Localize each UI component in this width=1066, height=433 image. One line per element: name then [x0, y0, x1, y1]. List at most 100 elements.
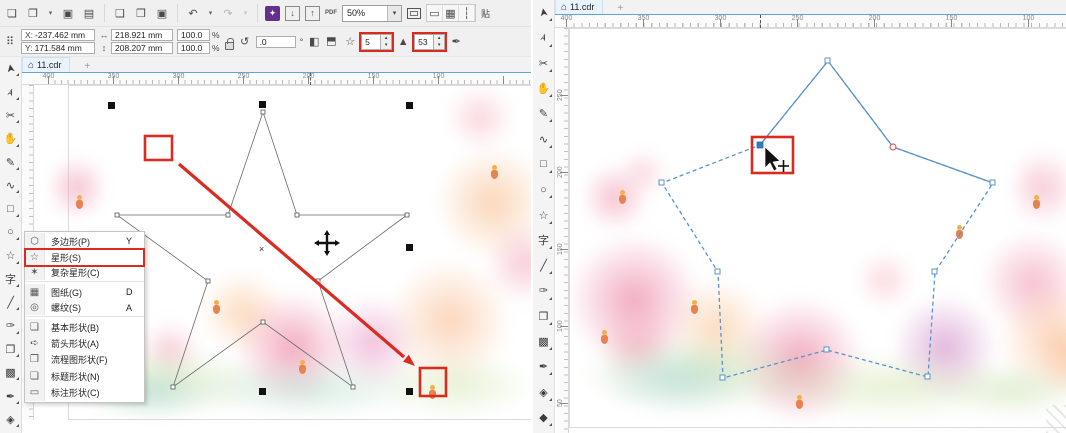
crop-tool-icon[interactable]: ✂	[0, 104, 21, 127]
text-tool-icon[interactable]: 字	[533, 228, 554, 253]
menu-item-polygon[interactable]: ⬡ 多边形(P) Y	[25, 233, 144, 250]
publish-pdf-icon[interactable]: PDF	[325, 5, 337, 21]
shape-tool-icon[interactable]: ➢	[533, 25, 554, 50]
rotation-angle-field[interactable]: .0	[255, 35, 296, 48]
rectangle-tool-icon[interactable]: □	[533, 152, 554, 177]
document-tab[interactable]: ⌂ 11.cdr	[555, 0, 604, 14]
open-caret-icon[interactable]: ▾	[46, 5, 55, 21]
pick-tool-icon[interactable]: ➤	[0, 57, 21, 80]
new-document-icon[interactable]: ❏	[4, 5, 20, 21]
mirror-vertical-icon[interactable]: ◧	[326, 35, 339, 49]
connector-tool-icon[interactable]: ✑	[533, 278, 554, 303]
menu-item-spiral[interactable]: ◎ 螺纹(S) A	[25, 300, 144, 317]
star-tool-icon[interactable]: ☆	[533, 202, 554, 227]
rulers-toggle-icon[interactable]: ▭	[427, 5, 443, 21]
x-position-field[interactable]: X: -237.462 mm	[21, 29, 95, 41]
smart-fill-tool-icon[interactable]: ◈	[533, 379, 554, 404]
menu-item-basic-shapes[interactable]: ❑ 基本形状(B)	[25, 318, 144, 336]
menu-item-flowchart-shapes[interactable]: ❒ 流程图形状(F)	[25, 351, 144, 369]
undo-icon[interactable]: ↶	[185, 5, 201, 21]
dimension-tool-icon[interactable]: ╱	[533, 253, 554, 278]
drop-shadow-tool-icon[interactable]: ❐	[533, 304, 554, 329]
app-launcher-icon[interactable]: ✦	[265, 5, 280, 21]
mesh-fill-tool-icon[interactable]: ▩	[0, 361, 21, 384]
outline-pen-icon[interactable]: ✒	[449, 35, 463, 48]
open-document-icon[interactable]: ❐	[25, 5, 41, 21]
import-icon[interactable]: ↓	[285, 5, 300, 21]
export-icon[interactable]: ↑	[305, 5, 320, 21]
home-icon[interactable]: ⌂	[561, 2, 567, 13]
mirror-horizontal-icon[interactable]: ◧	[307, 35, 321, 48]
smart-drawing-tool-icon[interactable]: ∿	[0, 174, 21, 197]
paste-special-icon[interactable]: ▣	[154, 5, 170, 21]
pick-tool-icon[interactable]: ➤	[533, 0, 554, 25]
smart-drawing-tool-icon[interactable]: ∿	[533, 126, 554, 151]
star-points-spinner[interactable]: 5 ▴ ▾	[359, 31, 395, 52]
zoom-caret-icon[interactable]: ▾	[387, 5, 401, 21]
spin-up-icon[interactable]: ▴	[434, 35, 444, 42]
mesh-fill-tool-icon[interactable]: ▩	[533, 329, 554, 354]
snap-to-icon[interactable]: 贴	[481, 7, 490, 20]
menu-item-banner-shapes[interactable]: ❏ 标题形状(N)	[25, 368, 144, 385]
lock-ratio-icon[interactable]	[224, 38, 234, 50]
rectangle-tool-icon[interactable]: □	[0, 197, 21, 220]
star-sharpness-spinner[interactable]: 53 ▴ ▾	[412, 31, 448, 52]
crop-tool-icon[interactable]: ✂	[533, 51, 554, 76]
freehand-tool-icon[interactable]: ✎	[0, 151, 21, 174]
star-points-value[interactable]: 5	[361, 33, 382, 50]
vertical-ruler-right[interactable]: 250 200 150 100 50	[557, 28, 569, 433]
property-bar: ⠿ X: -237.462 mm Y: 171.584 mm ↔ 218.921 mm…	[0, 27, 531, 57]
undo-caret-icon[interactable]: ▾	[206, 5, 215, 21]
horizontal-ruler-right[interactable]: 400 350 300 250 200 150 100	[555, 15, 1066, 28]
new-tab-button[interactable]: +	[78, 61, 96, 72]
freehand-tool-icon[interactable]: ✎	[533, 101, 554, 126]
menu-item-callout-shapes[interactable]: ▭ 标注形状(C)	[25, 384, 144, 401]
home-icon[interactable]: ⌂	[28, 60, 34, 71]
new-tab-button[interactable]: +	[611, 3, 629, 14]
drawing-canvas-right[interactable]	[569, 28, 1066, 433]
scale-v-field[interactable]: 100.0	[177, 42, 210, 54]
guidelines-toggle-icon[interactable]: ┆	[459, 5, 475, 21]
horizontal-ruler-left[interactable]: 400 350 300 250 200 150 100	[22, 73, 531, 85]
fullscreen-preview-icon[interactable]	[407, 7, 421, 19]
smart-fill-tool-icon[interactable]: ◈	[0, 408, 21, 431]
interactive-fill-tool-icon[interactable]: ◆	[533, 405, 554, 430]
ruler-number: 200	[557, 166, 564, 179]
menu-item-arrow-shapes[interactable]: ➪ 箭头形状(A)	[25, 335, 144, 352]
width-field[interactable]: 218.921 mm	[111, 29, 173, 41]
text-tool-icon[interactable]: 字	[0, 268, 21, 291]
star-tool-icon[interactable]: ☆	[0, 244, 21, 267]
menu-item-complex-star[interactable]: ✶ 复杂星形(C)	[25, 265, 144, 283]
redo-icon[interactable]: ↷	[220, 5, 236, 21]
save-icon[interactable]: ▣	[60, 5, 76, 21]
y-position-field[interactable]: Y: 171.584 mm	[21, 42, 95, 54]
scale-h-field[interactable]: 100.0	[177, 29, 210, 41]
spin-down-icon[interactable]: ▾	[381, 42, 391, 49]
redo-caret-icon[interactable]: ▾	[241, 5, 250, 21]
star-sharpness-value[interactable]: 53	[414, 33, 435, 50]
menu-item-graph-paper[interactable]: ▦ 图纸(G) D	[25, 284, 144, 301]
drop-shadow-tool-icon[interactable]: ❐	[0, 338, 21, 361]
copy-icon[interactable]: ❒	[133, 5, 149, 21]
pan-tool-icon[interactable]: ✋	[533, 76, 554, 101]
print-icon[interactable]: ▤	[81, 5, 97, 21]
menu-item-star[interactable]: ☆ 星形(S)	[24, 248, 145, 267]
spin-down-icon[interactable]: ▾	[434, 42, 444, 49]
spinner-buttons[interactable]: ▴ ▾	[381, 33, 393, 50]
document-tab[interactable]: ⌂ 11.cdr	[22, 57, 71, 72]
shape-tool-icon[interactable]: ➢	[0, 80, 21, 103]
connector-tool-icon[interactable]: ✑	[0, 314, 21, 337]
ellipse-tool-icon[interactable]: ○	[533, 177, 554, 202]
eyedropper-tool-icon[interactable]: ✒	[0, 384, 21, 407]
spinner-buttons[interactable]: ▴ ▾	[434, 33, 446, 50]
eyedropper-tool-icon[interactable]: ✒	[533, 354, 554, 379]
zoom-level-value[interactable]: 50%	[343, 8, 387, 18]
zoom-level-combo[interactable]: 50% ▾	[342, 4, 402, 22]
dimension-tool-icon[interactable]: ╱	[0, 291, 21, 314]
pan-tool-icon[interactable]: ✋	[0, 127, 21, 150]
spin-up-icon[interactable]: ▴	[381, 35, 391, 42]
height-field[interactable]: 208.207 mm	[111, 42, 173, 54]
ellipse-tool-icon[interactable]: ○	[0, 221, 21, 244]
paste-icon[interactable]: ❑	[112, 5, 128, 21]
grid-toggle-icon[interactable]: ▦	[443, 5, 459, 21]
